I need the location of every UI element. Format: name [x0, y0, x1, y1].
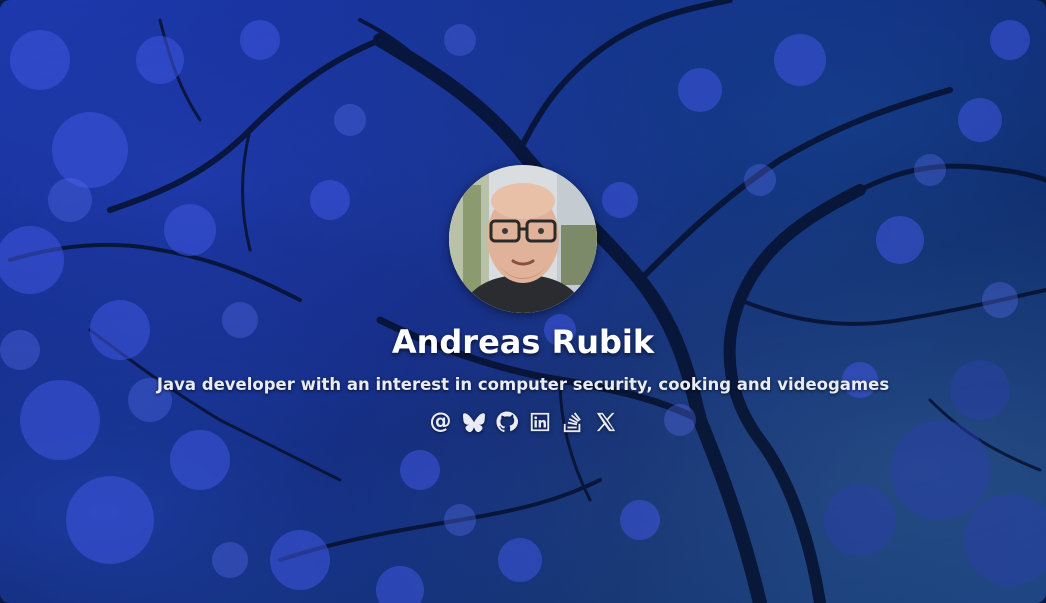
stackoverflow-icon: [563, 412, 581, 433]
email-link[interactable]: @: [429, 410, 453, 434]
github-link[interactable]: [495, 410, 519, 434]
profile-tagline: Java developer with an interest in compu…: [156, 375, 890, 394]
social-links: @: [0, 410, 1046, 434]
github-icon: [495, 411, 518, 433]
stackoverflow-link[interactable]: [561, 410, 585, 434]
linkedin-icon: [530, 412, 549, 432]
linkedin-link[interactable]: [528, 410, 552, 434]
page-background: Andreas Rubik Java developer with an int…: [0, 0, 1046, 603]
avatar: [449, 165, 597, 313]
profile-name: Andreas Rubik: [391, 323, 655, 361]
x-link[interactable]: [594, 410, 618, 434]
bluesky-link[interactable]: [462, 410, 486, 434]
bluesky-icon: [462, 413, 485, 433]
profile-photo: [449, 165, 597, 313]
profile-card: Andreas Rubik Java developer with an int…: [0, 0, 1046, 603]
x-icon: [596, 412, 615, 432]
at-icon: @: [429, 409, 452, 434]
